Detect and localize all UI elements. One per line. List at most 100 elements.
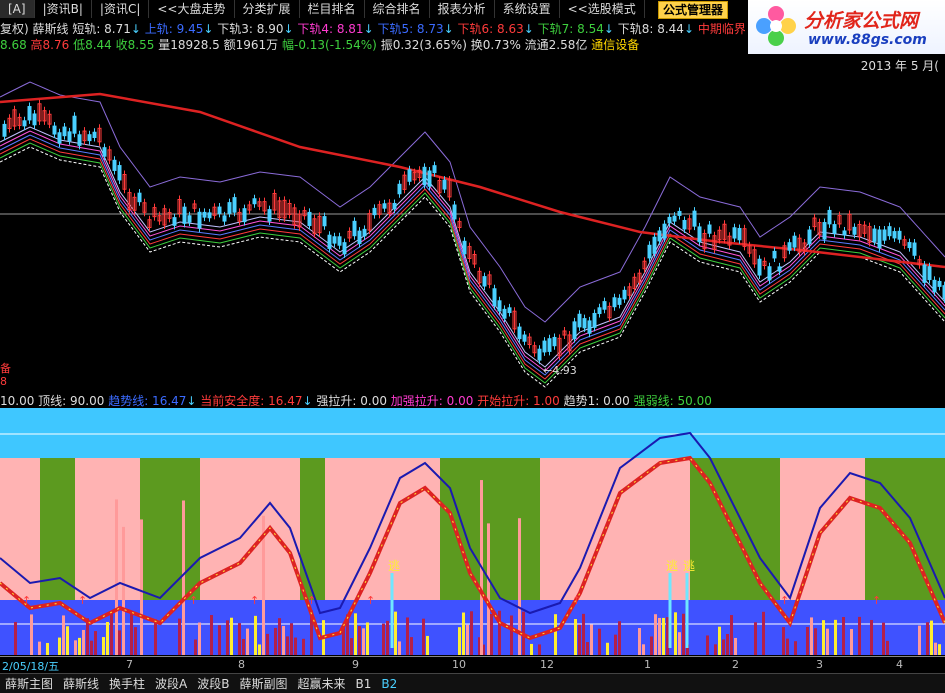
candle xyxy=(492,288,497,307)
indicator_row-item: 下轨6: 8.63 xyxy=(453,22,524,36)
candle xyxy=(202,211,207,218)
volume-bar xyxy=(422,618,425,655)
candle xyxy=(897,230,902,240)
volume-bar xyxy=(106,621,109,655)
indicator_row-item: 下轨5: 8.73 xyxy=(373,22,444,36)
candle xyxy=(667,216,672,224)
price-chart[interactable]: ←4.93 备8 xyxy=(0,72,945,390)
menu-item-5[interactable]: 栏目排名 xyxy=(300,0,365,18)
candle xyxy=(622,289,627,300)
volume-bar xyxy=(194,639,197,655)
volume-bar xyxy=(870,619,873,655)
tab-6[interactable]: 超赢未来 xyxy=(293,675,351,692)
menu-item-1[interactable]: |资讯B| xyxy=(35,0,92,18)
candle xyxy=(452,204,457,220)
menu-item-2[interactable]: |资讯C| xyxy=(92,0,150,18)
tab-1[interactable]: 薛斯线 xyxy=(58,675,104,692)
menu-item-0[interactable]: [A] xyxy=(0,0,35,18)
indicator_row-item: ↓ xyxy=(130,22,141,36)
volume-bar xyxy=(510,615,513,655)
candle xyxy=(217,206,222,214)
up-arrow-icon: ↑ xyxy=(189,594,198,607)
tab-0[interactable]: 薛斯主图 xyxy=(0,675,58,692)
indicator_row-item: 复权) 薛斯线 xyxy=(0,22,69,36)
candle xyxy=(362,228,367,237)
volume-bar xyxy=(350,638,353,655)
candle xyxy=(187,215,192,223)
sub_legend-item: ↓ xyxy=(302,394,313,408)
indicator_row-item: ↓ xyxy=(443,22,454,36)
volume-bar xyxy=(806,626,809,655)
volume-bar xyxy=(606,642,609,655)
quote_row-item: 幅-0.13(-1.54%) xyxy=(282,38,381,52)
quote_row-item: 8.68 xyxy=(0,38,31,52)
volume-bar xyxy=(487,523,490,655)
candle xyxy=(822,222,827,240)
indicator_row-item: ↓ xyxy=(283,22,294,36)
volume-bar xyxy=(834,619,837,655)
candle xyxy=(77,134,82,146)
candle xyxy=(692,210,697,227)
menu-item-9[interactable]: <<选股模式 xyxy=(560,0,645,18)
tab-7[interactable]: B1 xyxy=(351,677,377,691)
candle xyxy=(907,242,912,249)
band-line xyxy=(0,146,945,388)
volume-bar xyxy=(726,634,729,655)
volume-bar xyxy=(462,612,465,655)
zone-band xyxy=(325,458,440,600)
candle xyxy=(397,183,402,195)
indicator_row-item: ↓ xyxy=(203,22,214,36)
tab-8[interactable]: B2 xyxy=(376,677,402,691)
candle xyxy=(612,297,617,308)
candle xyxy=(372,207,377,216)
sub_legend-item: 当前安全度: 16.47 xyxy=(200,394,303,408)
volume-bar xyxy=(118,630,121,655)
volume-bar xyxy=(358,626,361,655)
volume-bar xyxy=(822,620,825,655)
candle xyxy=(597,307,602,315)
volume-bar xyxy=(198,622,201,655)
tab-2[interactable]: 换手柱 xyxy=(104,675,150,692)
candle xyxy=(552,336,557,347)
candle xyxy=(757,258,762,276)
indicator_row-item: ↓ xyxy=(363,22,374,36)
escape-label: 逃 xyxy=(683,559,695,573)
volume-bar xyxy=(386,620,389,655)
candle xyxy=(27,106,32,121)
volume-bar xyxy=(290,623,293,655)
menu-item-6[interactable]: 综合排名 xyxy=(365,0,430,18)
tab-5[interactable]: 薛斯副图 xyxy=(235,675,293,692)
tab-4[interactable]: 波段B xyxy=(192,675,234,692)
volume-bar xyxy=(58,637,61,655)
candle xyxy=(222,215,227,222)
candle xyxy=(462,240,467,255)
volume-bar xyxy=(918,625,921,655)
menu-item-4[interactable]: 分类扩展 xyxy=(235,0,300,18)
volume-bar xyxy=(794,641,797,655)
candle xyxy=(62,126,67,137)
quote_row-item: 额1961万 xyxy=(223,38,282,52)
candle xyxy=(852,226,857,235)
tab-3[interactable]: 波段A xyxy=(150,675,192,692)
volume-bar xyxy=(706,635,709,655)
sub-indicator-chart[interactable]: 逃逃逃↑ ↑ ↑ ↑ ↑ ↑ ↑ ↑ ↑ xyxy=(0,408,945,655)
candle xyxy=(577,313,582,328)
volume-bar xyxy=(354,613,357,655)
volume-bar xyxy=(394,611,397,655)
sub_legend-item: 强拉升: 0.00 xyxy=(312,394,391,408)
volume-bar xyxy=(586,642,589,655)
formula-manager-button[interactable]: 公式管理器 xyxy=(658,1,729,19)
menu-item-7[interactable]: 报表分析 xyxy=(430,0,495,18)
candle xyxy=(767,266,772,281)
candle xyxy=(522,334,527,342)
volume-bar xyxy=(46,642,49,655)
volume-bar xyxy=(302,638,305,655)
quote_row-item: 收8.55 xyxy=(115,38,159,52)
quote_row-item: 低8.44 xyxy=(73,38,116,52)
time-axis: 2/05/18/五 7 8 9 10 12 1 2 3 4 xyxy=(0,656,945,673)
zone-band xyxy=(300,458,325,600)
volume-bar xyxy=(210,615,213,655)
menu-item-8[interactable]: 系统设置 xyxy=(495,0,560,18)
volume-bar xyxy=(754,622,757,655)
menu-item-3[interactable]: <<大盘走势 xyxy=(149,0,235,18)
